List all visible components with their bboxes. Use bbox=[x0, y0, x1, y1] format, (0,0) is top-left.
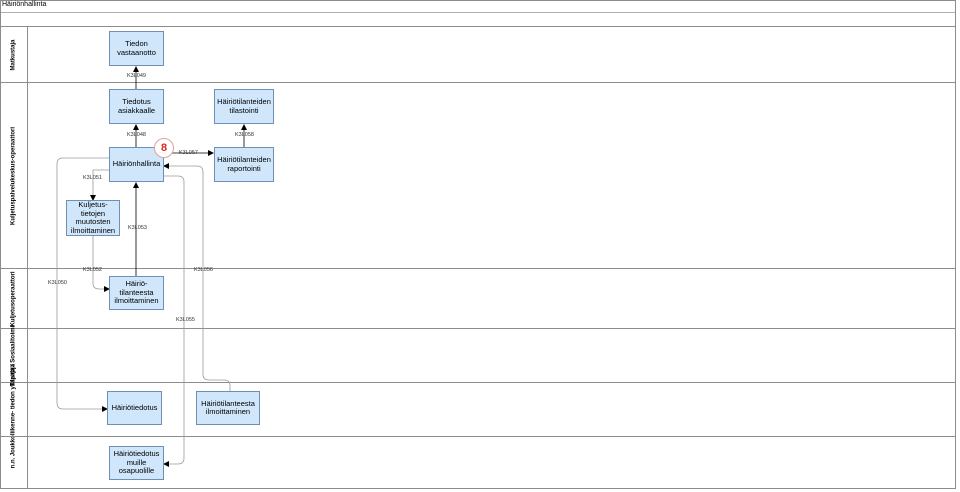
flow-label-k055: K3L055 bbox=[176, 317, 195, 323]
step-badge: 8 bbox=[154, 138, 174, 158]
flow-label-k056: K3L056 bbox=[194, 267, 213, 273]
flow-label-k051: K3L051 bbox=[83, 175, 102, 181]
diagram-title: Häiriönhallinta bbox=[2, 1, 47, 8]
tiedon-vastaanotto-box[interactable]: Tiedon vastaanotto bbox=[109, 31, 164, 66]
tiedotus-muille-box[interactable]: Häiriötiedotus muille osapuolille bbox=[109, 446, 164, 480]
lane-header: n.n. bbox=[1, 437, 28, 488]
hairiotiedotus-box[interactable]: Häiriötiedotus bbox=[107, 391, 162, 425]
flow-label-k053: K3L053 bbox=[128, 225, 147, 231]
flow-label-k057: K3L057 bbox=[179, 150, 198, 156]
lane-header: Kuljetusoperaattori bbox=[1, 269, 28, 328]
kuljetustietojen-box[interactable]: Kuljetus- tietojen muutosten ilmoittamin… bbox=[66, 200, 120, 236]
lane-label: Matkustaja bbox=[10, 38, 17, 71]
title-divider bbox=[1, 12, 955, 13]
lane-header: Joukkoliikenne- tiedon ylläpitäjä bbox=[1, 363, 28, 456]
tiedotus-asiakkaalle-box[interactable]: Tiedotus asiakkaalle bbox=[109, 89, 164, 124]
lane-label: Kuljetusoperaattori bbox=[10, 270, 17, 327]
lane-label: Kuljetuspalvelukeskus-operaattori bbox=[10, 126, 17, 225]
flow-label-k049: K3L049 bbox=[127, 73, 146, 79]
flow-label-k050: K3L050 bbox=[48, 280, 67, 286]
flow-label-k048: K3L048 bbox=[127, 132, 146, 138]
lane-label: n.n. bbox=[10, 457, 17, 468]
hairiotilanteesta-ilmoittaminen-box[interactable]: Häiriötilanteesta ilmoittaminen bbox=[196, 391, 260, 425]
raportointi-box[interactable]: Häiriötilanteiden raportointi bbox=[214, 147, 274, 182]
tilastointi-box[interactable]: Häiriötilanteiden tilastointi bbox=[214, 89, 274, 124]
flow-label-k058: K3L058 bbox=[235, 132, 254, 138]
lane-tilaaja: Tilaaja / Sosiaalitoimi bbox=[1, 325, 955, 386]
lane-header: Matkustaja bbox=[1, 27, 28, 82]
flow-label-k052: K3L052 bbox=[83, 267, 102, 273]
lane-header: Kuljetuspalvelukeskus-operaattori bbox=[1, 83, 28, 268]
tilanteesta-ilmoittaminen-box[interactable]: Häiriö- tilanteesta ilmoittaminen bbox=[109, 276, 164, 310]
